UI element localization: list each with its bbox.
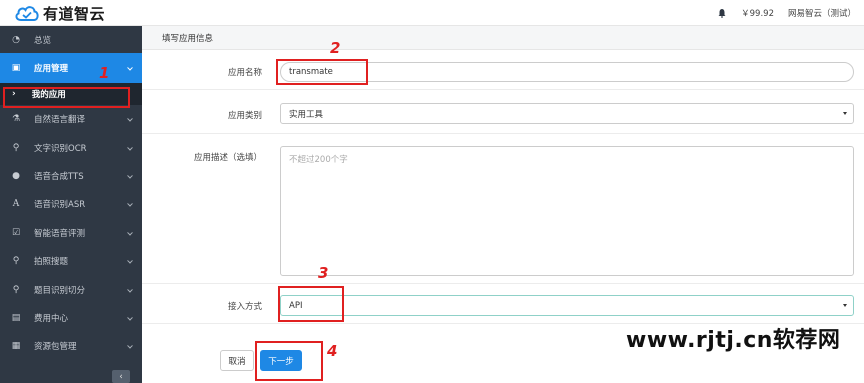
access-method-select[interactable]: API (280, 295, 854, 316)
access-method-label: 接入方式 (227, 302, 262, 312)
sidebar-item-label: 智能语音评测 (34, 228, 86, 239)
search-icon: ⚲ (12, 284, 20, 295)
sidebar-item-question-split[interactable]: ⚲ 题目识别切分 (0, 275, 142, 303)
watermark: www.rjtj.cn软荐网 (626, 328, 841, 353)
chevron-down-icon (127, 314, 133, 321)
sidebar-item-ocr[interactable]: ⚲ 文字识别OCR (0, 133, 142, 161)
sidebar-item-packages[interactable]: ▦ 资源包管理 (0, 332, 142, 360)
highlight-box-3 (278, 286, 344, 322)
sidebar-item-label: 题目识别切分 (34, 285, 86, 296)
step-number-3: 3 (318, 264, 329, 282)
cloud-logo-icon (15, 6, 39, 21)
highlight-box-4 (255, 341, 323, 381)
sidebar-item-label: 应用管理 (34, 64, 69, 74)
sidebar-item-app-management[interactable]: ▣ 应用管理 (0, 53, 142, 83)
app-category-label: 应用类别 (227, 111, 262, 121)
form-row-name: 应用名称 transmate (142, 50, 864, 90)
package-icon: ▦ (11, 341, 21, 352)
section-title: 填写应用信息 (142, 26, 864, 50)
sidebar-item-label: 文字识别OCR (34, 143, 87, 154)
highlight-box-2 (276, 59, 368, 85)
account-balance[interactable]: ￥99.92 (741, 7, 774, 19)
chevron-down-icon (127, 286, 133, 293)
dashboard-icon: ◔ (12, 34, 20, 45)
search-icon: ⚲ (12, 256, 20, 267)
bell-icon[interactable] (717, 8, 727, 18)
top-bar: 有道智云 ￥99.92 网易智云（测试） (0, 0, 864, 26)
app-description-textarea[interactable]: 不超过200个字 (280, 146, 854, 276)
step-number-2: 2 (330, 39, 341, 57)
user-name[interactable]: 网易智云（测试） (788, 7, 856, 19)
sidebar-item-billing[interactable]: ▤ 费用中心 (0, 304, 142, 332)
sidebar-item-label: 资源包管理 (34, 342, 77, 353)
sidebar-item-photo-search[interactable]: ⚲ 拍照搜题 (0, 247, 142, 275)
brand-name: 有道智云 (43, 4, 106, 23)
sidebar-collapse-button[interactable]: ‹ (112, 370, 130, 383)
sidebar-item-speech-eval[interactable]: ☑ 智能语音评测 (0, 219, 142, 247)
check-square-icon: ☑ (11, 227, 21, 238)
app-icon: ▣ (11, 63, 21, 73)
sidebar-item-asr[interactable]: A 语音识别ASR (0, 190, 142, 218)
microphone-icon: ● (12, 170, 20, 181)
chart-icon: ▤ (11, 312, 21, 323)
step-number-1: 1 (99, 64, 110, 82)
step-number-4: 4 (327, 342, 338, 360)
sidebar-item-label: 费用中心 (34, 313, 69, 324)
sidebar-item-label: 语音合成TTS (34, 171, 84, 182)
chevron-down-icon (127, 229, 133, 236)
sidebar-item-label: 拍照搜题 (34, 257, 69, 268)
chevron-down-icon (127, 64, 133, 71)
form-row-description: 应用描述（选填） 不超过200个字 (142, 134, 864, 284)
chevron-down-icon (127, 201, 133, 207)
flask-icon: ⚗ (11, 114, 21, 125)
highlight-box-1 (3, 87, 130, 108)
app-category-select[interactable]: 实用工具 (280, 103, 854, 124)
chevron-down-icon (127, 258, 133, 264)
sidebar-item-label: 自然语言翻译 (34, 115, 86, 126)
app-name-label: 应用名称 (227, 68, 262, 78)
form-row-access: 接入方式 API (142, 284, 864, 324)
letter-a-icon: A (12, 199, 20, 210)
cancel-button[interactable]: 取消 (220, 350, 254, 371)
chevron-down-icon (127, 172, 133, 179)
app-description-label: 应用描述（选填） (193, 153, 262, 163)
search-icon: ⚲ (12, 142, 20, 153)
chevron-down-icon (127, 343, 133, 349)
sidebar-item-label: 总览 (34, 35, 52, 46)
sidebar-item-translation[interactable]: ⚗ 自然语言翻译 (0, 105, 142, 133)
sidebar-item-label: 语音识别ASR (34, 200, 86, 211)
form-row-category: 应用类别 实用工具 (142, 90, 864, 134)
sidebar-item-tts[interactable]: ● 语音合成TTS (0, 162, 142, 190)
chevron-down-icon (127, 144, 133, 151)
sidebar-item-overview[interactable]: ◔ 总览 (0, 26, 142, 53)
brand-logo[interactable]: 有道智云 (14, 3, 105, 23)
sidebar: ◔ 总览 ▣ 应用管理 › 我的应用 ⚗ 自然语言翻译 ⚲ 文字识别OCR ● … (0, 26, 142, 383)
chevron-down-icon (127, 116, 133, 122)
